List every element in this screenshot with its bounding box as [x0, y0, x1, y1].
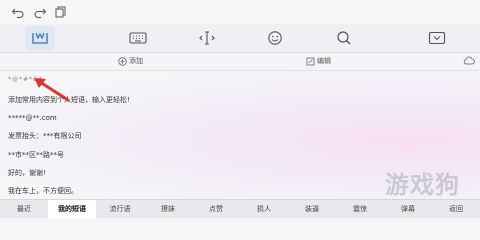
edit-phrase-button[interactable]: 编辑 — [306, 56, 331, 66]
action-bar: 添加 编辑 — [0, 53, 480, 71]
keyboard-toolbar — [0, 24, 480, 53]
phrase-box-icon[interactable] — [25, 26, 55, 50]
add-phrase-button[interactable]: 添加 — [118, 56, 143, 66]
edit-icon — [306, 57, 315, 65]
tab-show-off[interactable]: 装逼 — [288, 200, 336, 218]
undo-icon[interactable] — [10, 4, 26, 20]
tab-like[interactable]: 点赞 — [192, 200, 240, 218]
cloud-sync-icon[interactable] — [463, 56, 475, 65]
phrase-item[interactable]: 发票抬头：***有限公司 — [8, 131, 82, 141]
tab-recent[interactable]: 最近 — [0, 200, 48, 218]
phrase-item[interactable]: **市**区**路**号 — [8, 150, 64, 160]
edit-label: 编辑 — [317, 57, 331, 65]
phrase-item[interactable]: *****@**.com — [8, 114, 57, 122]
phrase-item[interactable]: 我在车上，不方便回。 — [8, 186, 78, 196]
top-bar — [0, 0, 480, 24]
tab-popular[interactable]: 流行语 — [96, 200, 144, 218]
add-label: 添加 — [129, 57, 143, 65]
tab-my-phrases[interactable]: 我的短语 — [48, 200, 96, 218]
tab-back[interactable]: 返回 — [432, 200, 480, 218]
add-icon — [118, 56, 127, 66]
emoji-icon[interactable] — [264, 28, 286, 48]
category-tab-bar: 最近 我的短语 流行语 撩妹 点赞 损人 装逼 震惊 弹幕 返回 — [0, 199, 480, 218]
keyboard-icon[interactable] — [127, 28, 149, 48]
search-icon[interactable] — [333, 28, 355, 48]
annotation-arrow-icon — [34, 78, 70, 102]
collapse-icon[interactable] — [426, 28, 448, 48]
phrase-item[interactable]: 好的，谢谢! — [8, 168, 46, 178]
tab-flirt[interactable]: 撩妹 — [144, 200, 192, 218]
tab-roast[interactable]: 损人 — [240, 200, 288, 218]
tab-danmaku[interactable]: 弹幕 — [384, 200, 432, 218]
redo-icon[interactable] — [32, 4, 48, 20]
watermark: 游戏狗 — [385, 171, 460, 199]
tab-shock[interactable]: 震惊 — [336, 200, 384, 218]
cursor-icon[interactable] — [196, 28, 218, 48]
copy-icon[interactable] — [53, 4, 69, 20]
